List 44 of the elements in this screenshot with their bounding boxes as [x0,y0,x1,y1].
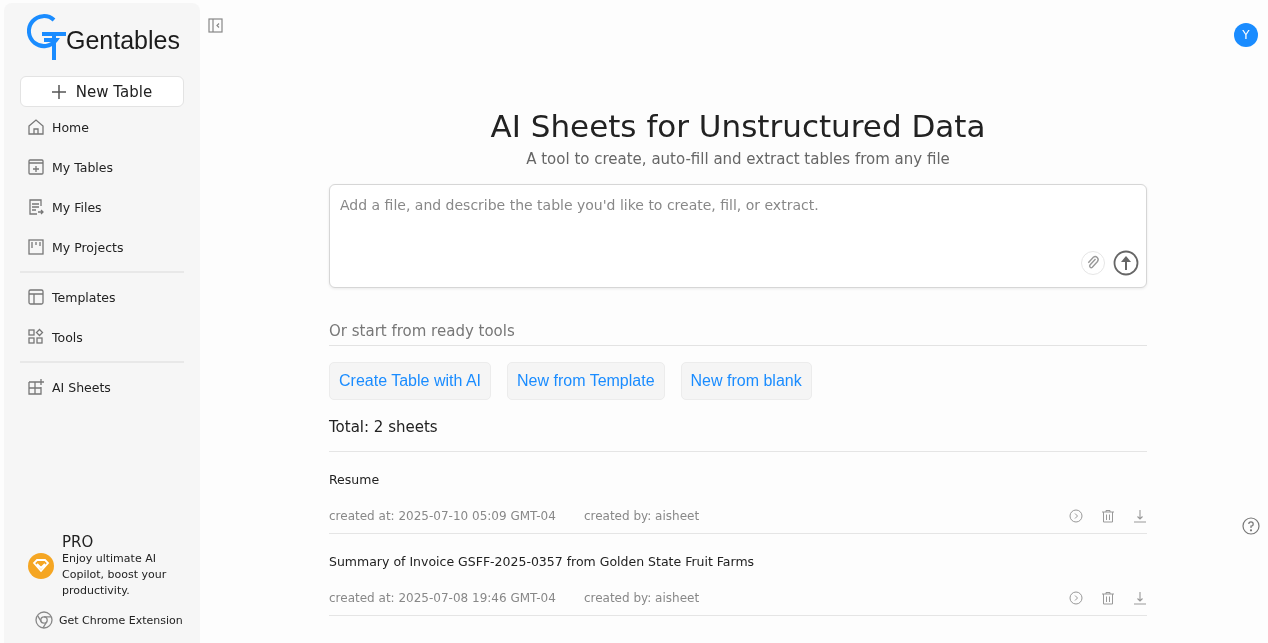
grid-plus-icon [27,378,45,396]
sidebar-toggle-icon[interactable] [208,18,223,33]
nav-item[interactable]: AI Sheets [20,367,184,407]
section-heading: Or start from ready tools [329,322,1147,346]
chrome-extension-link[interactable]: Get Chrome Extension [59,613,183,627]
layout-icon [27,288,45,306]
chrome-icon [35,611,53,629]
open-icon[interactable] [1069,509,1083,523]
created-by: created by: aisheet [583,509,700,523]
diamond-badge-icon [28,553,54,579]
board-icon [27,238,45,256]
nav-item[interactable]: Tools [20,317,184,357]
home-icon [27,118,45,136]
logo-icon [24,12,68,62]
new-table-button[interactable]: New Table [20,76,184,107]
prompt-field[interactable]: Add a file, and describe the table you'd like to create, fill, or extract. [329,184,1147,288]
nav-item[interactable]: My Projects [20,227,184,267]
page-subtitle: A tool to create, auto-fill and extract tables from any file [525,150,951,168]
created-at: created at: 2025-07-08 19:46 GMT-04 [329,591,556,605]
download-icon[interactable] [1133,591,1147,605]
table-plus-icon [27,158,45,176]
page-title: AI Sheets for Unstructured Data [489,108,987,144]
download-icon[interactable] [1133,509,1147,523]
sheets-total: Total: 2 sheets [329,418,1147,452]
nav-item[interactable]: Templates [20,277,184,317]
grid-icon [27,328,45,346]
send-icon[interactable] [1113,250,1139,276]
nav-item[interactable]: My Tables [20,147,184,187]
pro-description: Enjoy ultimate AI Copilot, boost your productivity. [62,551,168,599]
open-icon[interactable] [1069,591,1083,605]
sheet-name[interactable]: Resume [329,472,380,487]
nav-item[interactable]: Home [20,107,184,147]
paperclip-icon[interactable] [1081,251,1105,275]
pro-title: PRO [62,533,95,551]
sheet-name[interactable]: Summary of Invoice GSFF-2025-0357 from Golden State Fruit Farms [329,554,755,569]
trash-icon[interactable] [1101,509,1115,523]
created-by: created by: aisheet [583,591,700,605]
brand-name: Gentables [66,26,180,55]
created-at: created at: 2025-07-10 05:09 GMT-04 [329,509,556,523]
trash-icon[interactable] [1101,591,1115,605]
nav-item[interactable]: My Files [20,187,184,227]
help-icon[interactable] [1242,517,1260,535]
file-icon [27,198,45,216]
plus-icon [51,84,66,99]
